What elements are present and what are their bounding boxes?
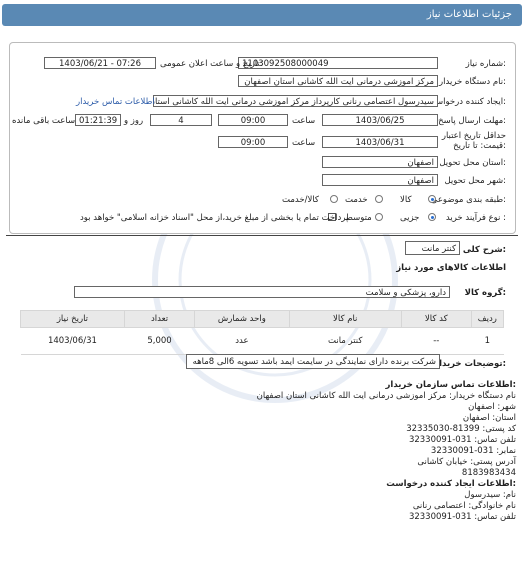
category-goods-label: کالا: [400, 195, 412, 205]
col-header-need-date: تاریخ نیاز: [20, 310, 125, 328]
page-title: جزئیات اطلاعات نیاز: [426, 9, 512, 20]
contact-city: شهر: اصفهان: [468, 402, 516, 412]
creator-field: سیدرسول اعتصامی رنانی کارپرداز مرکز اموز…: [153, 95, 438, 107]
contact-phone: تلفن تماس: 031-32330091: [408, 435, 516, 445]
cell-quantity: 5,000: [124, 327, 195, 355]
process-partial-label: جزیی: [400, 213, 420, 223]
remaining-time-field: 01:21:39: [75, 114, 121, 126]
process-partial-radio[interactable]: [428, 213, 436, 221]
cell-unit: عدد: [194, 327, 289, 355]
remaining-label: ساعت باقی مانده: [12, 116, 76, 126]
creator-family-name: نام خانوادگی: اعتصامی رنانی: [412, 501, 516, 511]
reply-time-field: 09:00: [218, 114, 288, 126]
cell-code: --: [401, 327, 472, 355]
reply-time-label: ساعت: [292, 116, 316, 126]
col-header-name: نام کالا: [288, 310, 402, 328]
validity-label-line2: قیمت: تا تاریخ:: [453, 141, 506, 151]
buyer-notes-label: توضیحات خریدار:: [434, 359, 506, 369]
category-service-radio[interactable]: [375, 195, 383, 203]
category-service-label: خدمت: [345, 195, 368, 205]
page-header: جزئیات اطلاعات نیاز: [2, 4, 522, 26]
cell-name: کنتر مانت: [289, 327, 402, 355]
goods-table: ردیف کد کالا نام کالا واحد شمارش تعداد ت…: [20, 310, 505, 355]
announce-label: تاریخ و ساعت اعلان عمومی:: [160, 59, 263, 69]
process-medium-radio[interactable]: [375, 213, 383, 221]
buyer-field: مرکز اموزشی درمانی ایت الله کاشانی استان…: [238, 75, 438, 87]
need-number-label: شماره نیاز:: [465, 59, 506, 69]
col-header-quantity: تعداد: [123, 310, 196, 328]
col-header-code: کد کالا: [400, 310, 472, 328]
province-field: اصفهان: [322, 156, 438, 168]
contact-phone-2: 8183983434: [461, 468, 516, 478]
need-description-field: کنتر مانت: [405, 241, 460, 255]
contact-postal-code: کد پستی: 81399-32335030: [406, 424, 516, 434]
category-goods-service-radio[interactable]: [330, 195, 338, 203]
category-goods-radio[interactable]: [428, 195, 436, 203]
category-goods-service-label: کالا/خدمت: [282, 195, 319, 205]
need-number-field: 1103092508000049: [238, 57, 438, 69]
col-header-row-number: ردیف: [470, 310, 505, 328]
contact-heading: اطلاعات تماس سازمان خریدار:: [385, 380, 516, 390]
days-label: روز و: [124, 116, 144, 126]
divider: [6, 235, 518, 236]
creator-info-heading: اطلاعات ایجاد کننده درخواست:: [386, 479, 516, 489]
validity-date-field: 1403/06/31: [322, 136, 438, 148]
city-field: اصفهان: [322, 174, 438, 186]
cell-row-number: 1: [471, 327, 504, 355]
goods-info-heading: اطلاعات کالاهای مورد نیاز: [396, 263, 506, 273]
validity-label-line1: حداقل تاریخ اعتبار: [441, 131, 506, 141]
creator-name: نام: سیدرسول: [464, 490, 516, 500]
province-label: استان محل تحویل:: [439, 158, 506, 168]
cell-need-date: 1403/06/31: [20, 327, 125, 355]
treasury-payment-note: پرداخت تمام یا بخشی از مبلغ خرید،از محل …: [80, 213, 352, 223]
announce-field: 1403/06/21 - 07:26: [44, 57, 156, 69]
process-type-label: نوع فرآیند خرید :: [445, 213, 506, 223]
creator-phone: تلفن تماس: 031-32330091: [408, 512, 516, 522]
contact-buyer-link[interactable]: اطلاعات تماس خریدار: [76, 97, 155, 107]
reply-date-field: 1403/06/25: [322, 114, 438, 126]
remaining-days-field: 4: [150, 114, 212, 126]
contact-fax: نمابر: 031-32330091: [430, 446, 516, 456]
creator-label: ایجاد کننده درخواست:: [427, 97, 506, 107]
contact-address: آدرس پستی: خیابان کاشانی: [417, 457, 516, 467]
city-label: شهر محل تحویل:: [444, 176, 506, 186]
buyer-label: نام دستگاه خریدار:: [439, 77, 506, 87]
category-label: طبقه بندی موضوعی:: [430, 195, 506, 205]
goods-group-field: دارو، پزشکی و سلامت: [74, 286, 450, 298]
table-header-row: ردیف کد کالا نام کالا واحد شمارش تعداد ت…: [20, 310, 505, 328]
goods-group-label: گروه کالا:: [464, 288, 506, 298]
validity-time-field: 09:00: [218, 136, 288, 148]
col-header-unit: واحد شمارش: [194, 310, 290, 328]
validity-time-label: ساعت: [292, 138, 316, 148]
contact-org: نام دستگاه خریدار: مرکز اموزشی درمانی ای…: [256, 391, 516, 401]
buyer-notes-field: شرکت برنده دارای نمایندگی در سایمت ایمد …: [186, 354, 440, 369]
table-row: 1 -- کنتر مانت عدد 5,000 1403/06/31: [20, 327, 504, 355]
contact-province: استان: اصفهان: [462, 413, 516, 423]
